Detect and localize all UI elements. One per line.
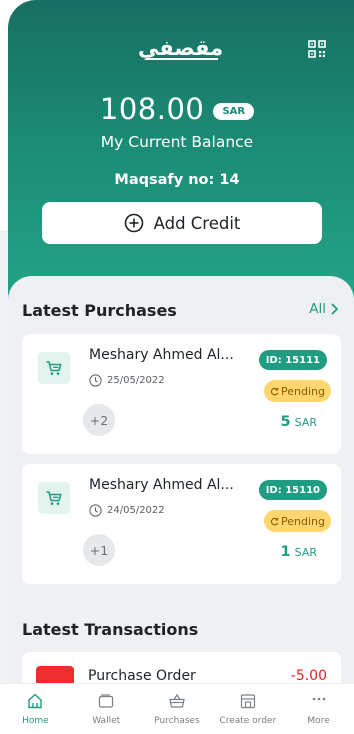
tab-more[interactable]: More — [283, 684, 354, 734]
tab-label: Create order — [219, 716, 277, 726]
maqsafy-number: Maqsafy no: 14 — [114, 172, 240, 188]
logo-underline — [146, 58, 218, 60]
order-id-badge: ID: 15111 — [258, 350, 327, 370]
date-text: 24/05/2022 — [107, 505, 165, 516]
tab-wallet[interactable]: Wallet — [71, 684, 142, 734]
background-strip — [0, 230, 8, 730]
clock-icon — [89, 504, 102, 517]
app-logo: مقصفي — [138, 36, 224, 60]
basket-icon — [169, 693, 185, 708]
clock-icon — [89, 374, 102, 387]
purchase-amount: 5 SAR — [281, 414, 317, 430]
content-panel: Latest Purchases All Meshary Ahmed Al... — [8, 276, 354, 706]
tab-label: Purchases — [154, 716, 200, 726]
purchase-date: 25/05/2022 — [89, 374, 165, 387]
latest-purchases-title: Latest Purchases — [22, 301, 177, 320]
cart-icon — [46, 491, 62, 505]
amount-currency: SAR — [294, 546, 317, 559]
buyer-name: Meshary Ahmed Al... — [89, 477, 234, 493]
purchase-amount: 1 SAR — [281, 544, 317, 560]
refresh-icon — [270, 517, 279, 525]
plus-circle-icon — [124, 213, 143, 233]
purchase-card[interactable]: Meshary Ahmed Al... 25/05/2022 +2 ID: 15… — [22, 334, 341, 454]
cart-icon — [46, 361, 62, 375]
tab-label: More — [307, 716, 330, 726]
home-icon — [28, 693, 43, 709]
cart-icon-box — [38, 482, 70, 514]
refresh-icon — [270, 387, 279, 395]
currency-badge: SAR — [213, 102, 255, 120]
amount-currency: SAR — [294, 416, 317, 429]
cart-icon-box — [38, 352, 70, 384]
qr-code-icon[interactable] — [308, 40, 326, 58]
status-label: Pending — [281, 514, 325, 528]
status-badge: Pending — [264, 380, 331, 402]
more-dots-icon — [312, 697, 325, 701]
chevron-right-icon — [331, 303, 338, 315]
more-items-chip: +2 — [83, 404, 115, 436]
purchase-card[interactable]: Meshary Ahmed Al... 24/05/2022 +1 ID: 15… — [22, 464, 341, 584]
tab-label: Wallet — [92, 716, 121, 726]
latest-transactions-title: Latest Transactions — [22, 620, 199, 639]
status-badge: Pending — [264, 510, 331, 532]
purchase-date: 24/05/2022 — [89, 504, 165, 517]
tab-create-order[interactable]: Create order — [212, 684, 283, 734]
balance-display: 108.00 SAR — [0, 92, 354, 126]
buyer-name: Meshary Ahmed Al... — [89, 347, 234, 363]
date-text: 25/05/2022 — [107, 375, 165, 386]
tab-home[interactable]: Home — [0, 684, 71, 734]
amount-value: 1 — [280, 544, 291, 560]
store-icon — [240, 694, 255, 709]
wallet-icon — [99, 694, 114, 708]
more-items-chip: +1 — [83, 534, 115, 566]
bottom-tab-bar: Home Wallet Purchases Create order More — [0, 683, 354, 734]
status-label: Pending — [281, 384, 325, 398]
see-all-label: All — [309, 301, 326, 317]
tab-purchases[interactable]: Purchases — [142, 684, 213, 734]
transaction-amount: -5.00 — [290, 668, 327, 684]
transaction-title: Purchase Order — [88, 668, 196, 684]
balance-label: My Current Balance — [100, 133, 254, 151]
home-screen: مقصفي 108.00 SAR My Current Balance Maqs… — [0, 0, 354, 734]
add-credit-label: Add Credit — [153, 213, 241, 233]
tab-label: Home — [22, 716, 49, 726]
amount-value: 5 — [280, 414, 291, 430]
see-all-purchases-link[interactable]: All — [309, 301, 338, 317]
balance-amount: 108.00 — [99, 92, 205, 126]
add-credit-button[interactable]: Add Credit — [42, 202, 322, 244]
order-id-badge: ID: 15110 — [258, 480, 327, 500]
